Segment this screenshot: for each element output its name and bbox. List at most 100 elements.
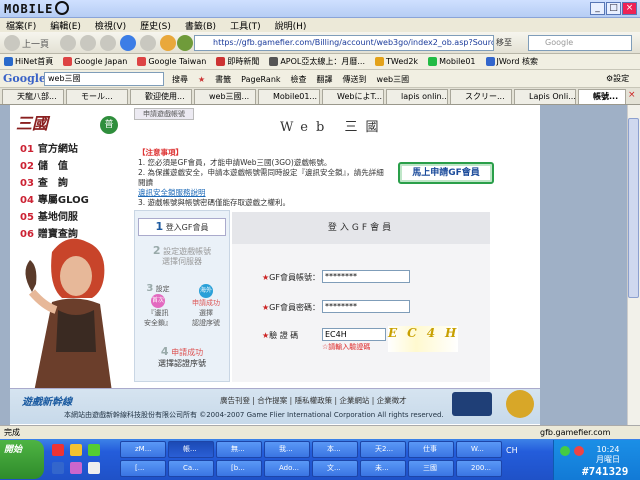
account-input[interactable]: ******** <box>322 270 410 283</box>
quicklaunch-icon-3[interactable] <box>88 444 100 456</box>
taskbar-item-9[interactable]: [... <box>120 460 166 477</box>
tab-7[interactable]: スクリー... <box>450 89 512 104</box>
apply-gf-member-button[interactable]: 馬上申請GF會員 <box>398 162 494 184</box>
security-lock-link[interactable]: 邊訊安全鎖服務說明 <box>138 188 206 197</box>
captcha-image: EC4H <box>388 326 458 352</box>
bookmark-news[interactable]: 即時新聞 <box>216 56 259 67</box>
step-3a: 3 設定 首次 『邊訊 安全鎖』 <box>144 283 172 328</box>
stop-icon[interactable] <box>140 35 156 51</box>
taskbar-item-13[interactable]: 文... <box>312 460 358 477</box>
forward-icon[interactable] <box>60 35 76 51</box>
taskbar-item-10[interactable]: Ca... <box>168 460 214 477</box>
taskbar-item-3[interactable]: 無... <box>216 441 262 458</box>
sidebar-item-official-site[interactable]: 01 官方網站 <box>20 140 130 156</box>
toolbar-send-button[interactable]: 傳送到 <box>343 74 367 85</box>
tab-2[interactable]: 歡迎使用... <box>130 89 192 104</box>
menu-edit[interactable]: 編輯(E) <box>50 19 81 32</box>
reload-icon[interactable] <box>120 35 136 51</box>
bookmark-hinet[interactable]: HiNet首頁 <box>4 56 53 67</box>
quicklaunch-icon-1[interactable] <box>52 444 64 456</box>
notice-line-1: 1. 您必須是GF會員，才能申請Web三國(3GO)遊戲帳號。 <box>138 158 332 167</box>
google-icon <box>63 57 73 66</box>
password-label: ★GF會員密碼： <box>262 303 320 312</box>
menu-history[interactable]: 歷史(S) <box>140 19 171 32</box>
captcha-input[interactable]: EC4H <box>322 328 386 341</box>
sidebar-item-glog[interactable]: 04 專屬GLOG <box>20 191 130 207</box>
history-dropdown-icon[interactable] <box>80 35 96 51</box>
menu-bookmarks[interactable]: 書籤(B) <box>185 19 216 32</box>
quicklaunch-icon-5[interactable] <box>70 462 82 474</box>
tab-9-active[interactable]: 帳號... <box>578 89 626 104</box>
scrollbar-thumb[interactable] <box>628 118 639 298</box>
bookmark-jword[interactable]: JWord 核索 <box>485 56 538 67</box>
taskbar-item-15[interactable]: 三國 <box>408 460 454 477</box>
sidebar-item-server[interactable]: 05 基地伺服 <box>20 208 130 224</box>
tab-1[interactable]: モール... <box>66 89 128 104</box>
tray-icon-1[interactable] <box>560 446 570 456</box>
breadcrumb: 申請遊戲帳號 <box>134 108 194 120</box>
tab-4[interactable]: Mobile01... <box>258 89 320 104</box>
taskbar-item-7[interactable]: 仕事 <box>408 441 454 458</box>
rss-icon[interactable] <box>177 35 193 51</box>
password-input[interactable]: ******** <box>322 300 410 313</box>
taskbar-item-11[interactable]: [b... <box>216 460 262 477</box>
partner-logo-icon <box>452 392 492 416</box>
search-input[interactable]: Google <box>528 35 632 51</box>
sidebar-item-deposit[interactable]: 02 儲 值 <box>20 157 130 173</box>
taskbar-item-4[interactable]: 我... <box>264 441 310 458</box>
maximize-button[interactable]: □ <box>606 2 621 15</box>
toolbar-check-button[interactable]: 檢查 <box>291 74 307 85</box>
sidebar-item-query[interactable]: 03 查 詢 <box>20 174 130 190</box>
start-button[interactable]: 開始 <box>0 440 44 479</box>
google-toolbar-search-input[interactable]: web三國 <box>44 72 164 86</box>
tab-0[interactable]: 天龍八部... <box>2 89 64 104</box>
footer-links[interactable]: 廣告刊登 | 合作提案 | 隱私權政策 | 企業網站 | 企業徵才 <box>220 395 407 406</box>
bookmark-apol[interactable]: APOL亞太線上：月曆... <box>269 56 365 67</box>
toolbar-settings-button[interactable]: ⚙設定 <box>606 73 629 84</box>
taskbar-item-16[interactable]: 200... <box>456 460 502 477</box>
taskbar-item-1[interactable]: zM... <box>120 441 166 458</box>
menu-view[interactable]: 檢視(V) <box>95 19 126 32</box>
folder-icon <box>375 57 385 66</box>
login-form-heading: 登入GF會員 <box>232 212 490 244</box>
taskbar-item-6[interactable]: 天2... <box>360 441 406 458</box>
menu-help[interactable]: 說明(H) <box>275 19 307 32</box>
bookmark-twed2k[interactable]: TWed2k <box>375 57 418 66</box>
close-button[interactable]: × <box>622 2 637 15</box>
login-form <box>232 244 490 382</box>
toolbar-translate-button[interactable]: 翻譯 <box>317 74 333 85</box>
taskbar-item-8[interactable]: W... <box>456 441 502 458</box>
toolbar-search-button[interactable]: 搜尋 <box>172 74 188 85</box>
clock[interactable]: 10:24 月曜日 <box>596 445 620 465</box>
quicklaunch-icon-6[interactable] <box>88 462 100 474</box>
tray-icon-2[interactable] <box>574 446 584 456</box>
address-bar[interactable]: https://gfb.gamefier.com/Billing/account… <box>194 35 494 51</box>
tab-6[interactable]: lapis onlin... <box>386 89 448 104</box>
dropdown-icon[interactable] <box>100 35 116 51</box>
minimize-button[interactable]: _ <box>590 2 605 15</box>
home-icon[interactable] <box>160 35 176 51</box>
menu-file[interactable]: 檔案(F) <box>6 19 36 32</box>
first-time-badge: 首次 <box>151 294 165 308</box>
toolbar-query-highlight[interactable]: web三國 <box>377 74 410 85</box>
close-tab-icon[interactable]: × <box>628 90 638 102</box>
bookmark-google-japan[interactable]: Google Japan <box>63 57 127 66</box>
go-button[interactable]: 移至 <box>496 35 522 51</box>
bookmark-mobile01[interactable]: Mobile01 <box>428 57 476 66</box>
taskbar-item-14[interactable]: 未... <box>360 460 406 477</box>
taskbar-item-12[interactable]: Ado... <box>264 460 310 477</box>
taskbar-item-5[interactable]: 本... <box>312 441 358 458</box>
menu-tools[interactable]: 工具(T) <box>230 19 261 32</box>
back-button[interactable]: 上一頁 <box>4 34 49 52</box>
quicklaunch-icon-2[interactable] <box>70 444 82 456</box>
bookmark-google-taiwan[interactable]: Google Taiwan <box>137 57 206 66</box>
tab-5[interactable]: WebによT... <box>322 89 384 104</box>
toolbar-star-icon[interactable]: ★ <box>198 75 205 84</box>
taskbar-item-2-active[interactable]: 帳... <box>168 441 214 458</box>
google-toolbar-items: 搜尋 ★ 書籤 PageRank 檢查 翻譯 傳送到 web三國 <box>172 73 419 86</box>
quicklaunch-icon-4[interactable] <box>52 462 64 474</box>
tab-3[interactable]: web三國... <box>194 89 256 104</box>
language-indicator[interactable]: CH <box>506 446 518 455</box>
tab-8[interactable]: Lapis Onli... <box>514 89 576 104</box>
toolbar-bookmarks-button[interactable]: 書籤 <box>215 74 231 85</box>
